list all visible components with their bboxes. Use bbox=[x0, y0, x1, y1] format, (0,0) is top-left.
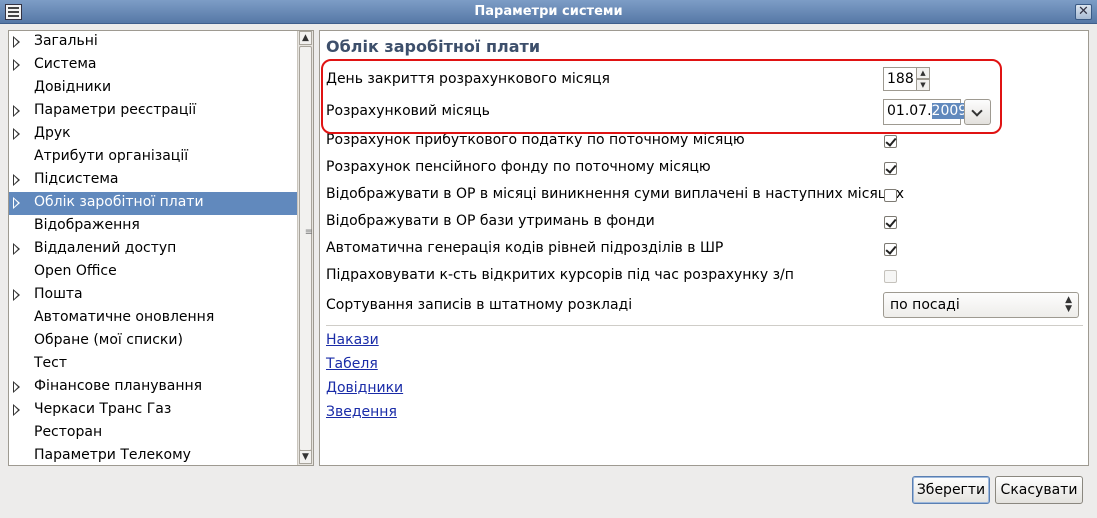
option-checkbox[interactable] bbox=[884, 216, 897, 229]
tree-item[interactable]: Облік заробітної плати bbox=[9, 192, 298, 215]
tree-item[interactable]: Друк bbox=[9, 123, 298, 146]
option-checkbox[interactable] bbox=[884, 243, 897, 256]
cancel-button[interactable]: Скасувати bbox=[995, 476, 1083, 504]
tree-item-label: Автоматичне оновлення bbox=[34, 309, 215, 325]
tree-item[interactable]: Параметри Телекому bbox=[9, 445, 298, 465]
updown-icon: ▲ ▼ bbox=[1065, 295, 1072, 314]
option-checkbox[interactable] bbox=[884, 270, 897, 283]
close-icon[interactable]: ✕ bbox=[1075, 4, 1092, 20]
tree-item-label: Довідники bbox=[34, 79, 112, 95]
save-button[interactable]: Зберегти bbox=[912, 476, 990, 504]
report-link[interactable]: Довідники bbox=[326, 380, 403, 396]
tree-item-label: Пошта bbox=[34, 286, 83, 302]
sorting-select[interactable]: по посаді ▲ ▼ bbox=[883, 292, 1079, 318]
option-checkbox[interactable] bbox=[884, 162, 897, 175]
tree-item-label: Загальні bbox=[34, 33, 98, 49]
scroll-up-icon[interactable]: ▲ bbox=[299, 31, 312, 45]
tree-item-label: Віддалений доступ bbox=[34, 240, 177, 256]
tree-item-label: Параметри Телекому bbox=[34, 447, 191, 463]
tree-item-label: Атрибути організації bbox=[34, 148, 189, 164]
expand-arrow-icon[interactable] bbox=[13, 381, 20, 393]
tree-item-label: Система bbox=[34, 56, 97, 72]
tree-item-label: Друк bbox=[34, 125, 71, 141]
tree-item[interactable]: Система bbox=[9, 54, 298, 77]
checkbox-label: Підраховувати к-сть відкритих курсорів п… bbox=[326, 267, 794, 283]
highlight-annotation bbox=[321, 59, 1002, 134]
tree-item-label: Підсистема bbox=[34, 171, 119, 187]
tree-item[interactable]: Довідники bbox=[9, 77, 298, 100]
settings-tree: Загальні Система Довідники Параметри реєстр… bbox=[8, 30, 314, 466]
checkbox-label: Відображувати в ОР бази утримань в фонди bbox=[326, 213, 655, 229]
tree-item-label: Фінансове планування bbox=[34, 378, 203, 394]
checkbox-label: Автоматична генерація кодів рівней підро… bbox=[326, 240, 724, 256]
tree-item[interactable]: Загальні bbox=[9, 31, 298, 54]
expand-arrow-icon[interactable] bbox=[13, 36, 20, 48]
option-checkbox[interactable] bbox=[884, 135, 897, 148]
tree-item-label: Черкаси Транс Газ bbox=[34, 401, 172, 417]
tree-scrollbar[interactable]: ▲ ▼ bbox=[297, 31, 313, 465]
tree-item[interactable]: Ресторан bbox=[9, 422, 298, 445]
option-checkbox[interactable] bbox=[884, 189, 897, 202]
tree-item[interactable]: Автоматичне оновлення bbox=[9, 307, 298, 330]
tree-list: Загальні Система Довідники Параметри реєстр… bbox=[9, 31, 298, 465]
tree-item[interactable]: Пошта bbox=[9, 284, 298, 307]
pane-splitter[interactable]: ≡ bbox=[302, 228, 316, 238]
scroll-down-icon[interactable]: ▼ bbox=[299, 450, 312, 464]
expand-arrow-icon[interactable] bbox=[13, 59, 20, 71]
tree-item-label: Тест bbox=[34, 355, 68, 371]
checkbox-label: Розрахунок прибуткового податку по поточ… bbox=[326, 132, 745, 148]
expand-arrow-icon[interactable] bbox=[13, 197, 20, 209]
tree-item[interactable]: Віддалений доступ bbox=[9, 238, 298, 261]
tree-item[interactable]: Атрибути організації bbox=[9, 146, 298, 169]
expand-arrow-icon[interactable] bbox=[13, 404, 20, 416]
checkbox-label: Відображувати в ОР в місяці виникнення с… bbox=[326, 186, 905, 202]
tree-item[interactable]: Фінансове планування bbox=[9, 376, 298, 399]
sorting-value: по посаді bbox=[890, 297, 960, 313]
tree-item-label: Ресторан bbox=[34, 424, 103, 440]
tree-item[interactable]: Відображення bbox=[9, 215, 298, 238]
expand-arrow-icon[interactable] bbox=[13, 128, 20, 140]
sorting-label: Сортування записів в штатному розкладі bbox=[326, 297, 633, 313]
tree-item-label: Відображення bbox=[34, 217, 140, 233]
expand-arrow-icon[interactable] bbox=[13, 174, 20, 186]
tree-item[interactable]: Параметри реєстрації bbox=[9, 100, 298, 123]
window-title: Параметри системи bbox=[474, 4, 623, 19]
tree-item[interactable]: Обране (мої списки) bbox=[9, 330, 298, 353]
tree-item[interactable]: Open Office bbox=[9, 261, 298, 284]
scroll-thumb[interactable] bbox=[299, 46, 312, 451]
divider bbox=[326, 325, 1083, 326]
checkbox-label: Розрахунок пенсійного фонду по поточному… bbox=[326, 159, 711, 175]
tree-item[interactable]: Підсистема bbox=[9, 169, 298, 192]
panel-title: Облік заробітної плати bbox=[326, 37, 541, 56]
expand-arrow-icon[interactable] bbox=[13, 243, 20, 255]
expand-arrow-icon[interactable] bbox=[13, 105, 20, 117]
tree-item-label: Open Office bbox=[34, 263, 117, 279]
tree-item-label: Обране (мої списки) bbox=[34, 332, 183, 348]
tree-item[interactable]: Черкаси Транс Газ bbox=[9, 399, 298, 422]
report-link[interactable]: Накази bbox=[326, 332, 379, 348]
tree-item[interactable]: Тест bbox=[9, 353, 298, 376]
report-link[interactable]: Табеля bbox=[326, 356, 378, 372]
title-bar: Параметри системи ✕ bbox=[0, 0, 1097, 24]
tree-item-label: Облік заробітної плати bbox=[34, 194, 204, 210]
report-link[interactable]: Зведення bbox=[326, 404, 397, 420]
expand-arrow-icon[interactable] bbox=[13, 289, 20, 301]
tree-item-label: Параметри реєстрації bbox=[34, 102, 197, 118]
